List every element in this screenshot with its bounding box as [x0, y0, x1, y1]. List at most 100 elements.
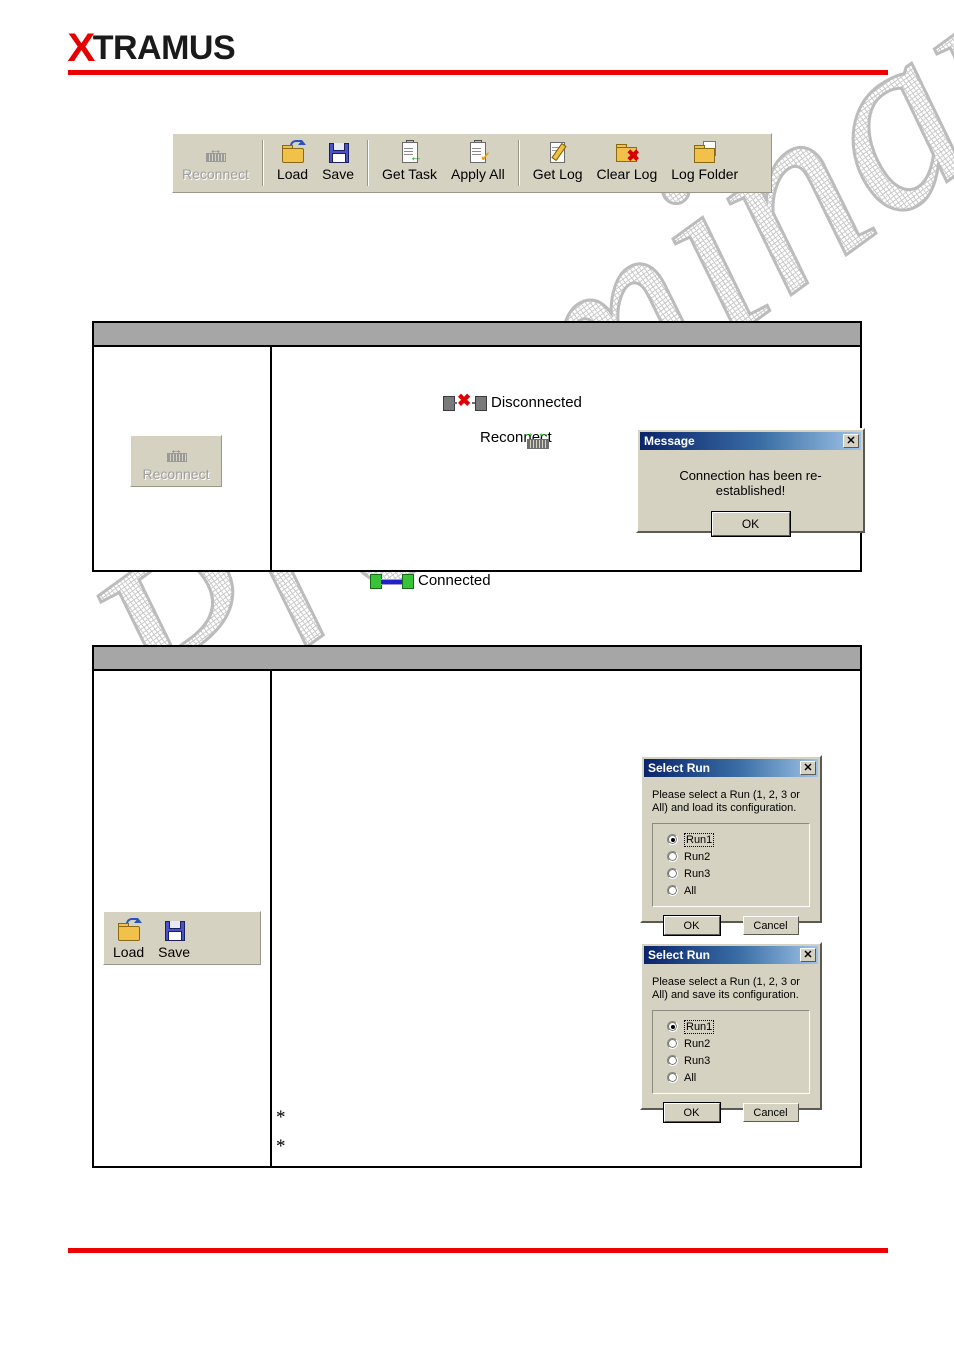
radio-group: Run1 Run2 Run3 All: [652, 1010, 810, 1094]
note-asterisk-2: *: [276, 1136, 286, 1157]
reconnect-icon-block: →← Reconnect: [480, 426, 552, 449]
radio-button-icon[interactable]: [667, 851, 678, 862]
cancel-button[interactable]: Cancel: [742, 1103, 799, 1122]
status-disconnected: ✖ Disconnected: [443, 392, 582, 411]
radio-label-run2: Run2: [684, 850, 711, 863]
toolbar-separator: [367, 140, 370, 186]
toolbar-label-save: Save: [322, 166, 355, 182]
status-disconnected-label: Disconnected: [491, 394, 582, 411]
toolbar-label-save: Save: [158, 944, 191, 960]
logo-x-letter: X: [67, 26, 95, 70]
toolbar-label-clear-log: Clear Log: [596, 166, 658, 182]
status-connected-label: Connected: [418, 572, 491, 589]
toolbar-button-save[interactable]: Save: [151, 915, 197, 961]
reconnect-button-disabled[interactable]: ↔ Reconnect: [130, 435, 222, 487]
radio-button-icon[interactable]: [667, 885, 678, 896]
radio-row-all[interactable]: All: [667, 882, 809, 899]
radio-row-run2[interactable]: Run2: [667, 848, 809, 865]
dialog-button-row: OK Cancel: [652, 1102, 810, 1123]
disconnected-icon: ✖: [443, 392, 487, 411]
dialog-body: Please select a Run (1, 2, 3 or All) and…: [642, 779, 820, 943]
select-run-load-dialog: Select Run ✕ Please select a Run (1, 2, …: [640, 755, 822, 936]
dialog-button-row: OK Cancel: [652, 915, 810, 936]
toolbar-button-save[interactable]: Save: [315, 137, 361, 189]
radio-row-run3[interactable]: Run3: [667, 865, 809, 882]
ok-button[interactable]: OK: [662, 1102, 721, 1123]
radio-group: Run1 Run2 Run3 All: [652, 823, 810, 907]
status-connected: Connected: [370, 572, 491, 589]
reconnect-button-label: Reconnect: [142, 466, 210, 482]
clipboard-check-icon: ✓: [465, 140, 491, 164]
dialog-title: Select Run: [648, 761, 711, 775]
toolbar-separator: [261, 140, 264, 186]
toolbar-label-get-log: Get Log: [532, 166, 583, 182]
toolbar-button-log-folder[interactable]: Log Folder: [664, 137, 745, 189]
radio-label-run2: Run2: [684, 1037, 711, 1050]
toolbar-separator: [517, 140, 520, 186]
dialog-instruction: Please select a Run (1, 2, 3 or All) and…: [652, 976, 800, 1001]
floppy-disk-icon: [325, 140, 351, 164]
folder-open-icon: [280, 140, 306, 164]
clipboard-get-icon: ←: [397, 140, 423, 164]
radio-button-icon[interactable]: [667, 868, 678, 879]
ok-button[interactable]: OK: [662, 915, 721, 936]
toolbar-button-apply-all[interactable]: ✓ Apply All: [444, 137, 512, 189]
radio-row-all[interactable]: All: [667, 1069, 809, 1086]
footer-red-rule: [68, 1248, 888, 1253]
message-dialog: Message ✕ Connection has been re-establi…: [636, 428, 865, 537]
toolbar-button-get-task[interactable]: ← Get Task: [375, 137, 444, 189]
dialog-titlebar: Select Run ✕: [644, 946, 818, 964]
dialog-body: Connection has been re-established! OK: [638, 452, 863, 544]
radio-row-run1[interactable]: Run1: [667, 1018, 809, 1035]
connected-icon: [370, 573, 414, 589]
folder-delete-icon: ✖: [614, 140, 640, 165]
dialog-title: Message: [644, 434, 695, 448]
radio-button-icon[interactable]: [667, 1072, 678, 1083]
xtramus-logo: X TRAMUS: [67, 26, 236, 70]
toolbar-label-apply-all: Apply All: [451, 166, 505, 182]
radio-label-run3: Run3: [684, 867, 711, 880]
toolbar-button-clear-log[interactable]: ✖ Clear Log: [590, 137, 665, 189]
table-header-row: [94, 647, 860, 671]
table-cell-control: ↔ Reconnect: [94, 347, 272, 570]
dialog-title: Select Run: [648, 948, 711, 962]
toolbar-button-load[interactable]: Load: [270, 137, 315, 189]
folder-document-icon: [692, 140, 718, 164]
cancel-button[interactable]: Cancel: [742, 916, 799, 935]
toolbar-button-get-log[interactable]: Get Log: [526, 137, 590, 189]
dialog-titlebar: Select Run ✕: [644, 759, 818, 777]
floppy-disk-icon: [161, 918, 187, 942]
pencil-page-icon: [545, 140, 571, 164]
radio-row-run2[interactable]: Run2: [667, 1035, 809, 1052]
close-icon[interactable]: ✕: [843, 434, 859, 448]
main-toolbar: ↔ Reconnect Load Save ← Get Task ✓ Apply…: [172, 133, 772, 193]
toolbar-label-load: Load: [276, 166, 309, 182]
toolbar-label-reconnect: Reconnect: [182, 166, 249, 182]
radio-button-icon[interactable]: [667, 1038, 678, 1049]
radio-label-run3: Run3: [684, 1054, 711, 1067]
load-save-toolbar: Load Save: [103, 911, 261, 965]
toolbar-button-reconnect[interactable]: ↔ Reconnect: [175, 137, 256, 189]
radio-button-icon[interactable]: [667, 1021, 678, 1032]
radio-button-icon[interactable]: [667, 834, 678, 845]
dialog-body: Please select a Run (1, 2, 3 or All) and…: [642, 966, 820, 1130]
toolbar-button-load[interactable]: Load: [106, 915, 151, 961]
folder-open-icon: [116, 918, 142, 942]
toolbar-label-load: Load: [113, 944, 145, 960]
radio-label-run1: Run1: [684, 832, 715, 847]
reconnect-icon: ↔: [202, 140, 228, 164]
radio-label-run1: Run1: [684, 1019, 715, 1034]
radio-label-all: All: [684, 1071, 697, 1084]
logo-wordmark: TRAMUS: [92, 29, 236, 67]
close-icon[interactable]: ✕: [800, 761, 816, 775]
dialog-instruction: Please select a Run (1, 2, 3 or All) and…: [652, 789, 800, 814]
note-asterisk-1: *: [276, 1107, 286, 1128]
radio-button-icon[interactable]: [667, 1055, 678, 1066]
radio-row-run3[interactable]: Run3: [667, 1052, 809, 1069]
close-icon[interactable]: ✕: [800, 948, 816, 962]
dialog-message-text: Connection has been re-established!: [679, 468, 822, 498]
ok-button[interactable]: OK: [710, 511, 791, 537]
dialog-button-row: OK: [648, 511, 853, 537]
select-run-save-dialog: Select Run ✕ Please select a Run (1, 2, …: [640, 942, 822, 1123]
radio-row-run1[interactable]: Run1: [667, 831, 809, 848]
